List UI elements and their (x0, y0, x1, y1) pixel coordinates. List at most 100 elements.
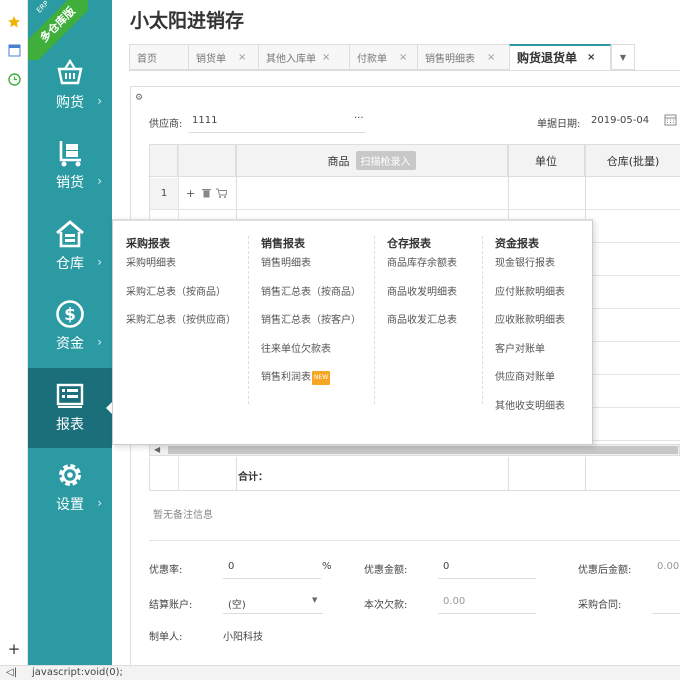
remark-field[interactable]: 暂无备注信息 (153, 506, 213, 521)
reports-flyout-menu: 采购报表 采购明细表 采购汇总表（按商品） 采购汇总表（按供应商） 销售报表 销… (112, 219, 593, 445)
arrears-field[interactable]: 0.00 (443, 596, 465, 607)
tab-payment[interactable]: 付款单 × (349, 44, 417, 70)
menu-item[interactable]: 销售汇总表（按商品） (261, 286, 361, 315)
menu-divider (374, 236, 375, 404)
chevron-right-icon: › (97, 94, 102, 108)
sidebar-item-reports[interactable]: 报表 (28, 368, 113, 448)
supplier-picker-icon[interactable]: ··· (354, 113, 364, 124)
settlement-select[interactable]: (空) (228, 596, 246, 611)
menu-item[interactable]: 商品收发明细表 (387, 286, 457, 315)
maker-value: 小阳科技 (223, 632, 263, 643)
tab-sales-order[interactable]: 销货单 × (188, 44, 258, 70)
remark-divider (149, 540, 680, 541)
menu-item[interactable]: 采购明细表 (126, 257, 236, 286)
menu-item[interactable]: 客户对账单 (495, 343, 565, 372)
menu-item[interactable]: 商品收发汇总表 (387, 314, 457, 343)
date-field[interactable]: 2019-05-04 (591, 115, 649, 126)
contract-underline (652, 613, 680, 614)
close-icon[interactable]: × (238, 52, 246, 63)
trolley-icon (59, 141, 81, 167)
total-row: 合计： (149, 457, 680, 491)
settlement-underline (223, 613, 323, 614)
cart-icon[interactable] (216, 188, 228, 201)
unit-header: 单位 (535, 154, 557, 168)
left-toolbar: + (0, 0, 28, 665)
tab-label: 购货退货单 (517, 51, 578, 65)
percent-unit: % (322, 561, 332, 572)
scroll-left-icon[interactable]: ◀ (154, 445, 160, 454)
sidebar: 多仓库版 ERP 购货 › 销货 › 仓库 › $ 资金 › 报表 设置 › (28, 0, 113, 665)
close-icon[interactable]: × (399, 52, 407, 63)
tab-label: 销售明细表 (425, 53, 475, 65)
tab-bar: 首页 销货单 × 其他入库单 × 付款单 × 销售明细表 × 购货退货单 × ▼ (129, 44, 635, 70)
discount-amount-label: 优惠金额: (364, 565, 408, 576)
grid-header-warehouse[interactable]: 仓库(批量) (585, 145, 680, 177)
tab-label: 销货单 (196, 53, 226, 65)
menu-item[interactable]: 采购汇总表（按供应商） (126, 314, 236, 343)
menu-divider (248, 236, 249, 404)
tab-more-button[interactable]: ▼ (611, 44, 635, 70)
calendar-icon[interactable] (664, 113, 677, 129)
star-icon[interactable] (6, 14, 22, 30)
sidebar-item-sales[interactable]: 销货 › (28, 126, 112, 206)
sidebar-item-warehouse[interactable]: 仓库 › (28, 207, 112, 287)
funds-reports-column: 资金报表 现金银行报表 应付账款明细表 应收账款明细表 客户对账单 供应商对账单… (495, 235, 565, 428)
chevron-right-icon: › (97, 335, 102, 349)
maker-label: 制单人: (149, 632, 183, 643)
delete-row-icon[interactable] (202, 188, 211, 201)
tab-purchase-return[interactable]: 购货退货单 × (509, 44, 611, 70)
purchase-reports-column: 采购报表 采购明细表 采购汇总表（按商品） 采购汇总表（按供应商） (126, 235, 236, 343)
sidebar-item-funds[interactable]: $ 资金 › (28, 287, 112, 367)
menu-section-title: 仓存报表 (387, 237, 431, 250)
tab-home[interactable]: 首页 (129, 44, 188, 70)
window-icon[interactable] (6, 42, 22, 58)
menu-item[interactable]: 应收账款明细表 (495, 314, 565, 343)
menu-item[interactable]: 应付账款明细表 (495, 286, 565, 315)
menu-section-title: 销售报表 (261, 237, 305, 250)
add-icon[interactable]: + (6, 640, 22, 658)
menu-item[interactable]: 商品库存余额表 (387, 257, 457, 286)
menu-item-profit[interactable]: 销售利润表 NEW (261, 371, 361, 400)
menu-item[interactable]: 销售汇总表（按客户） (261, 314, 361, 343)
tab-other-inbound[interactable]: 其他入库单 × (258, 44, 349, 70)
add-row-icon[interactable]: + (186, 187, 195, 200)
close-icon[interactable]: × (322, 52, 330, 63)
close-icon[interactable]: × (587, 52, 595, 63)
warehouse-header: 仓库(批量) (606, 154, 660, 168)
menu-item[interactable]: 其他收支明细表 (495, 400, 565, 429)
collapse-sidebar-icon[interactable]: ◁| (6, 667, 17, 678)
chevron-down-icon[interactable]: ▼ (312, 596, 317, 604)
sidebar-item-purchase[interactable]: 购货 › (28, 46, 112, 126)
after-discount-field[interactable]: 0.00 (657, 561, 679, 572)
report-icon (56, 383, 84, 408)
supplier-field[interactable]: 1111 (192, 115, 217, 126)
sidebar-item-settings[interactable]: 设置 › (28, 448, 112, 528)
discount-rate-field[interactable]: 0 (228, 561, 234, 572)
menu-item[interactable]: 现金银行报表 (495, 257, 565, 286)
grid-column-divider (178, 457, 179, 491)
warehouse-icon (56, 220, 84, 248)
close-icon[interactable]: × (487, 52, 495, 63)
menu-item[interactable]: 采购汇总表（按商品） (126, 286, 236, 315)
tab-sales-detail[interactable]: 销售明细表 × (417, 44, 509, 70)
grid-column-divider (236, 457, 237, 491)
new-badge: NEW (312, 371, 331, 385)
gear-icon[interactable]: ⚙ (135, 93, 143, 103)
table-row: 1 + (150, 178, 680, 210)
after-discount-label: 优惠后金额: (578, 565, 632, 576)
menu-item[interactable]: 销售明细表 (261, 257, 361, 286)
product-header: 商品 (327, 154, 350, 168)
menu-item[interactable]: 供应商对账单 (495, 371, 565, 400)
scrollbar-thumb[interactable] (168, 446, 678, 454)
scan-button[interactable]: 扫描枪录入 (355, 151, 416, 170)
stock-reports-column: 仓存报表 商品库存余额表 商品收发明细表 商品收发汇总表 (387, 235, 457, 343)
ribbon-tag: ERP (35, 0, 51, 15)
discount-amount-field[interactable]: 0 (443, 561, 449, 572)
supplier-underline (188, 132, 366, 133)
menu-item[interactable]: 往来单位欠款表 (261, 343, 361, 372)
status-bar: ◁| javascript:void(0); (0, 665, 680, 680)
clock-icon[interactable] (6, 71, 22, 87)
tab-label: 付款单 (357, 53, 387, 65)
grid-horizontal-scrollbar[interactable]: ◀ (149, 444, 680, 456)
grid-column-divider (508, 457, 509, 491)
